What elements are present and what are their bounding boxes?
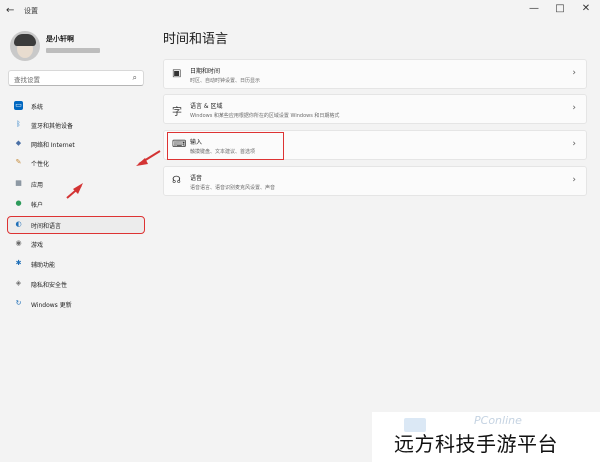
sidebar-item-label: Windows 更新 [31,302,72,309]
card-description: 语音语言、语音识别麦克风设置、声音 [190,185,276,191]
accessibility-icon: ✱ [15,259,22,267]
watermark-text: 远方科技手游平台 [394,432,558,456]
card-title: 日期和时间 [190,68,221,75]
card-language-region[interactable]: 字 语言 & 区域 Windows 和某些应用根据你所在的区域设置 Window… [163,94,587,124]
bluetooth-icon: ᛒ [16,120,21,128]
privacy-shield-icon: ◈ [15,279,22,287]
card-description: 时区、自动时钟设置、日历显示 [190,78,261,84]
system-icon: ▭ [14,101,23,110]
apps-icon: ▦ [15,179,22,187]
chevron-right-icon: › [572,175,576,185]
sidebar-item-system[interactable]: ▭ 系统 [8,98,144,114]
search-placeholder: 查找设置 [14,76,40,84]
sidebar-item-accounts[interactable]: ● 帐户 [8,196,144,212]
chevron-right-icon: › [572,139,576,149]
time-language-icon: ◐ [15,220,22,228]
sidebar-item-personalization[interactable]: ✎ 个性化 [8,155,144,171]
sidebar-item-label: 时间和语言 [31,223,62,230]
sidebar: 是小轩啊 查找设置 ⌕ ▭ 系统 ᛒ 蓝牙和其他设备 ◆ 网络和 Interne… [0,22,152,462]
card-date-time[interactable]: ▣ 日期和时间 时区、自动时钟设置、日历显示 › [163,59,587,89]
avatar-hair [14,34,36,46]
sidebar-item-label: 隐私和安全性 [31,282,68,289]
sidebar-item-label: 系统 [31,104,44,111]
back-arrow-icon[interactable]: ← [6,5,14,16]
sidebar-item-label: 个性化 [31,161,50,168]
sidebar-item-label: 蓝牙和其他设备 [31,123,74,130]
language-region-icon: 字 [172,107,182,118]
network-icon: ◆ [15,139,22,147]
speech-icon: ☊ [172,175,181,186]
search-icon[interactable]: ⌕ [133,73,137,83]
chevron-right-icon: › [572,68,576,78]
card-speech[interactable]: ☊ 语音 语音语言、语音识别麦克风设置、声音 › [163,166,587,196]
search-input[interactable]: 查找设置 ⌕ [8,70,144,86]
account-icon: ● [15,199,22,207]
gaming-icon: ◉ [15,239,22,247]
brush-icon: ✎ [15,158,22,166]
sidebar-item-windows-update[interactable]: ↻ Windows 更新 [8,296,144,312]
sidebar-item-label: 网络和 Internet [31,142,75,149]
title-bar: ← 设置 — □ ✕ [0,0,600,22]
account-name: 是小轩啊 [46,35,74,43]
avatar[interactable] [10,31,40,61]
sidebar-item-network[interactable]: ◆ 网络和 Internet [8,136,144,152]
sidebar-item-apps[interactable]: ▦ 应用 [8,176,144,192]
minimize-button[interactable]: — [526,3,542,14]
card-description: Windows 和某些应用根据你所在的区域设置 Windows 和日期格式 [190,113,340,119]
clock-calendar-icon: ▣ [172,68,182,79]
annotation-highlight-box [167,132,284,160]
sidebar-item-time-language[interactable]: ◐ 时间和语言 [7,216,145,234]
sidebar-item-label: 应用 [31,182,44,189]
sidebar-item-label: 游戏 [31,242,44,249]
window-title: 设置 [24,7,38,15]
chevron-right-icon: › [572,103,576,113]
sidebar-item-accessibility[interactable]: ✱ 辅助功能 [8,256,144,272]
sidebar-item-label: 辅助功能 [31,262,56,269]
sidebar-item-bluetooth[interactable]: ᛒ 蓝牙和其他设备 [8,117,144,133]
windows-update-icon: ↻ [15,299,22,307]
close-button[interactable]: ✕ [578,3,594,14]
sidebar-item-gaming[interactable]: ◉ 游戏 [8,236,144,252]
card-title: 语言 & 区域 [190,103,223,110]
maximize-button[interactable]: □ [552,3,568,14]
watermark-brand: PConline [474,414,522,427]
sidebar-item-privacy[interactable]: ◈ 隐私和安全性 [8,276,144,292]
account-email-redacted [46,48,100,53]
page-title: 时间和语言 [163,32,229,47]
sidebar-item-label: 帐户 [31,202,44,209]
card-title: 语音 [190,175,203,182]
